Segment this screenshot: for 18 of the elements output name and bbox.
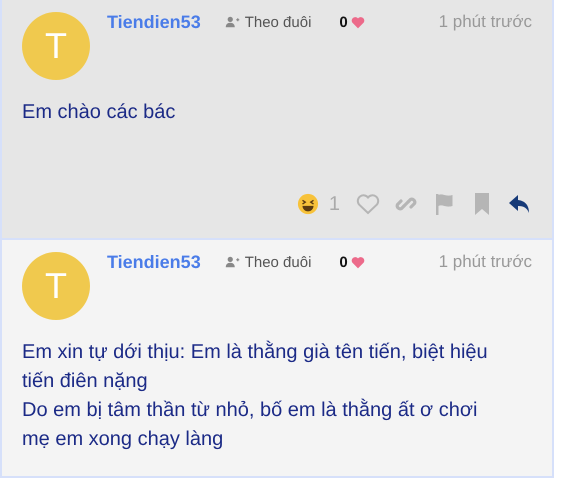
like-count: 0 xyxy=(339,254,348,270)
follow-label[interactable]: Theo đuôi xyxy=(244,254,312,270)
reaction-count: 1 xyxy=(328,192,340,216)
post-text: Em chào các bác xyxy=(22,100,176,125)
heart-icon xyxy=(350,16,365,28)
username-link[interactable]: Tiendien53 xyxy=(107,12,201,32)
add-user-icon xyxy=(224,16,240,28)
follow-label[interactable]: Theo đuôi xyxy=(244,14,312,30)
add-user-icon xyxy=(224,256,240,268)
laughing-emoji-icon[interactable] xyxy=(296,193,319,215)
post-text: Do em bị tâm thần từ nhỏ, bố em là thằng ất ơ chơi mẹ em xong chạy làng xyxy=(22,398,478,452)
heart-icon xyxy=(350,256,365,268)
post-time: 1 phút trước xyxy=(438,12,532,32)
heart-icon[interactable] xyxy=(356,192,380,216)
username-link[interactable]: Tiendien53 xyxy=(107,252,201,272)
like-count: 0 xyxy=(339,14,348,30)
post-text: Em xin tự dới thịu: Em là thằng già tên tiến, biệt hiệu tiến điên nặng xyxy=(22,340,489,394)
post-time: 1 phút trước xyxy=(438,252,532,272)
